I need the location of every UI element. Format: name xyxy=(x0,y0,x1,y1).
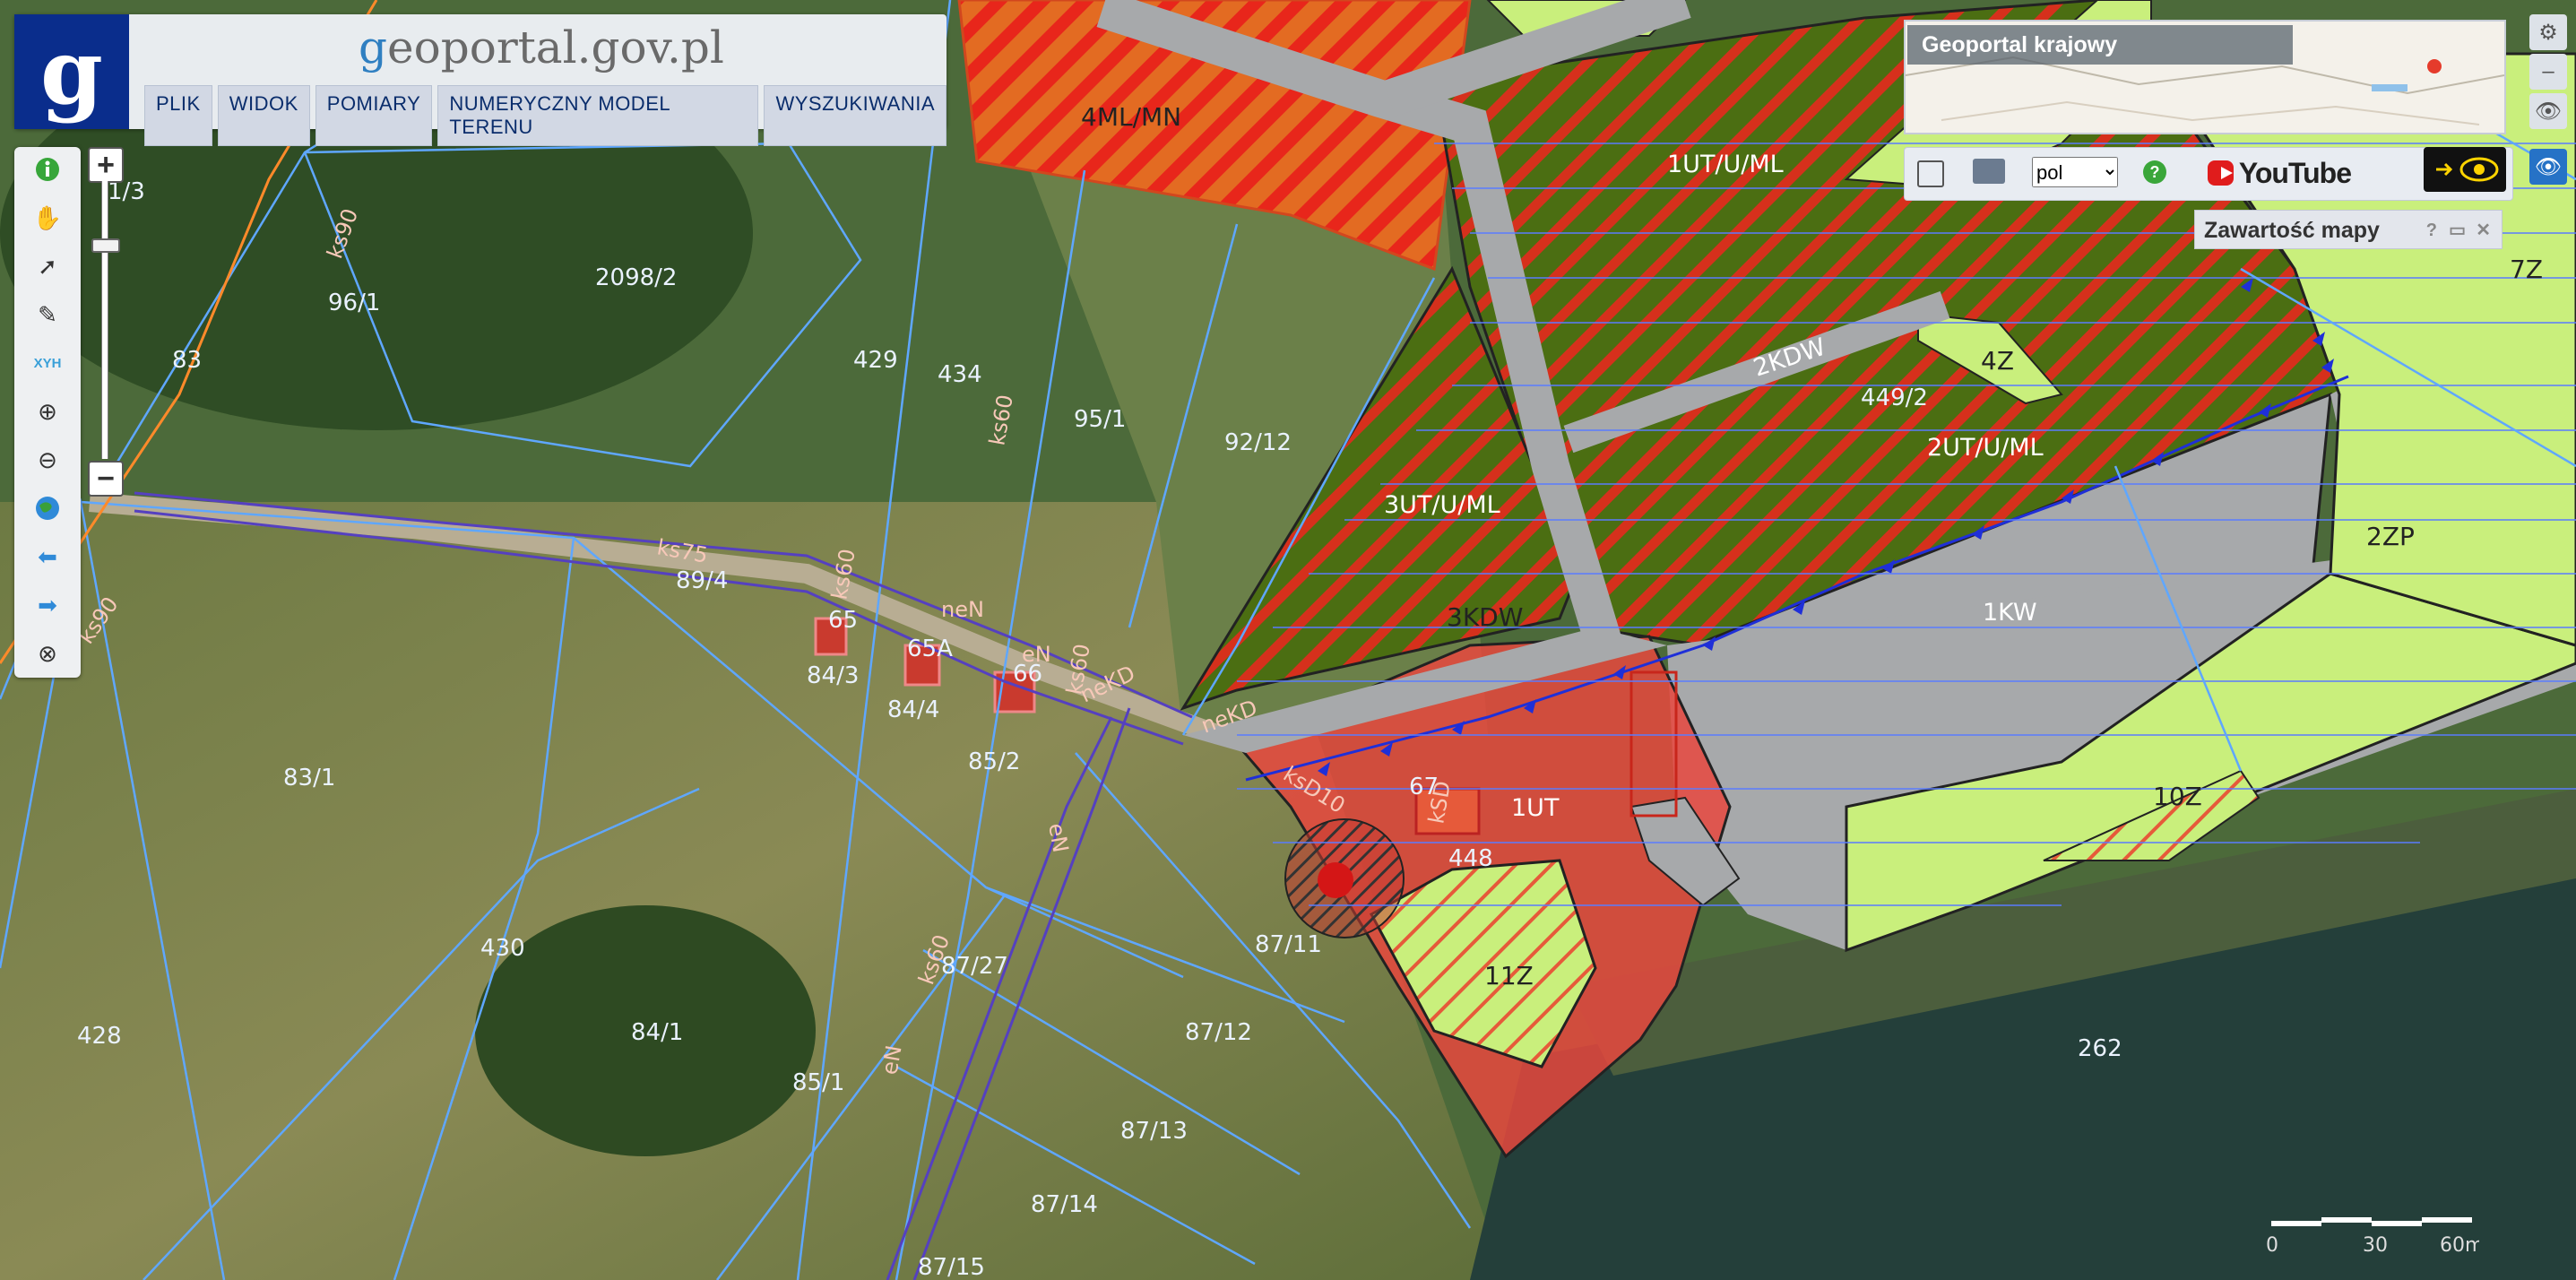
zone-label: 2ZP xyxy=(2366,522,2415,551)
xyz-icon[interactable]: XYH xyxy=(32,348,63,378)
info-icon[interactable] xyxy=(32,154,63,185)
youtube-play-icon xyxy=(2208,160,2234,186)
menu-wyszukiwania[interactable]: WYSZUKIWANIA xyxy=(764,85,947,146)
menu-plik[interactable]: PLIK xyxy=(144,85,212,146)
parcel-label: 430 xyxy=(480,935,525,962)
road-label: eN xyxy=(1043,821,1073,854)
map-contents-panel[interactable]: Zawartość mapy ? ▭ ✕ xyxy=(2194,210,2503,249)
parcel-label: 96/1 xyxy=(328,290,380,316)
zoom-thumb[interactable] xyxy=(91,238,120,253)
zoom-track[interactable] xyxy=(101,181,108,459)
scale-bar: 0 30 60m xyxy=(2264,1214,2484,1258)
parcel-label: 262 xyxy=(2078,1035,2122,1062)
settings-gear-icon[interactable]: ⚙ xyxy=(2529,14,2567,50)
parcel-label: 87/14 xyxy=(1031,1191,1098,1218)
point-marker[interactable] xyxy=(1318,862,1353,898)
main-menu: PLIK WIDOK POMIARY NUMERYCZNY MODEL TERE… xyxy=(144,85,947,146)
parcel-label: 428 xyxy=(77,1023,122,1050)
parcel-label: 87/13 xyxy=(1120,1118,1188,1145)
pan-hand-icon[interactable]: ✋ xyxy=(32,203,63,233)
zone-label: 4Z xyxy=(1981,346,2014,376)
layers-eye-icon[interactable]: 👁 xyxy=(2529,149,2567,185)
zone-label: 4ML/MN xyxy=(1081,102,1181,132)
parcel-label: 429 xyxy=(853,347,898,374)
scale-label-30: 30 xyxy=(2363,1234,2388,1257)
parcel-label: 92/12 xyxy=(1224,429,1292,456)
parcel-label: 95/1 xyxy=(1074,406,1126,433)
full-extent-icon[interactable]: ⊗ xyxy=(32,638,63,669)
menu-widok[interactable]: WIDOK xyxy=(217,85,310,146)
zone-label: 2UT/U/ML xyxy=(1927,434,2044,462)
top-right-toolbar: pol eng ? YouTube xyxy=(1904,147,2513,201)
parcel-label: 85/1 xyxy=(792,1069,844,1096)
parcel-label: 65A xyxy=(907,636,953,662)
globe-icon[interactable] xyxy=(32,493,63,523)
close-icon[interactable]: ✕ xyxy=(2476,211,2491,250)
edit-pencil-icon[interactable]: ✎ xyxy=(32,299,63,330)
parcel-label: 85/2 xyxy=(968,748,1020,775)
collapse-icon[interactable]: – xyxy=(2529,54,2567,90)
zoom-minus-button[interactable]: − xyxy=(88,461,124,497)
zone-label: 1UT/U/ML xyxy=(1667,151,1784,178)
parcel-label: 2098/2 xyxy=(595,264,677,291)
parcel-label: 87/11 xyxy=(1255,931,1322,958)
parcel-label: 65 xyxy=(828,607,858,634)
youtube-link[interactable]: YouTube xyxy=(2208,155,2352,191)
zone-label: 11Z xyxy=(1484,961,1534,990)
scale-label-0: 0 xyxy=(2266,1234,2278,1257)
maximize-icon[interactable]: ▭ xyxy=(2449,211,2466,250)
zoom-in-icon[interactable]: ⊕ xyxy=(32,396,63,427)
menu-nmt[interactable]: NUMERYCZNY MODEL TERENU xyxy=(437,85,759,146)
legend-icon[interactable] xyxy=(1917,160,1944,187)
parcel-label: 449/2 xyxy=(1861,385,1928,411)
zone-label: 3KDW xyxy=(1447,602,1523,632)
zoom-plus-button[interactable]: + xyxy=(88,147,124,183)
back-arrow-icon[interactable]: ⬅ xyxy=(32,541,63,572)
menu-pomiary[interactable]: POMIARY xyxy=(315,85,433,146)
eye-icon[interactable]: 👁 xyxy=(2529,93,2567,129)
forward-arrow-icon[interactable]: ➡ xyxy=(32,590,63,620)
zone-label: 3UT/U/ML xyxy=(1384,491,1500,519)
zone-label: 7Z xyxy=(2510,255,2543,284)
parcel-label: 83/1 xyxy=(283,765,335,791)
parcel-label: 89/4 xyxy=(676,567,728,594)
help-icon[interactable]: ? xyxy=(2143,160,2166,184)
app-header: g geoportal.gov.pl PLIK WIDOK POMIARY NU… xyxy=(14,14,947,146)
road-label: eN xyxy=(877,1043,906,1077)
parcel-label: 87/12 xyxy=(1185,1019,1252,1046)
wms-icon[interactable] xyxy=(1973,159,2005,184)
select-arrow-icon[interactable]: ➚ xyxy=(32,251,63,281)
zone-label: 1KW xyxy=(1983,599,2037,627)
site-title: geoportal.gov.pl xyxy=(359,22,724,74)
parcel-label: 83 xyxy=(172,347,202,374)
scale-label-60: 60m xyxy=(2440,1234,2479,1257)
zoom-slider[interactable]: + − xyxy=(79,143,129,502)
parcel-label: 84/3 xyxy=(807,662,859,689)
zone-label: 1UT xyxy=(1511,794,1560,822)
road-label: eN xyxy=(1022,642,1051,667)
parcel-label: 84/1 xyxy=(631,1019,683,1046)
visibility-toggle[interactable] xyxy=(2424,147,2506,192)
parcel-label: 84/4 xyxy=(887,696,939,723)
language-select[interactable]: pol eng xyxy=(2032,157,2118,187)
parcel-label: 87/15 xyxy=(918,1254,985,1280)
zone-label: 10Z xyxy=(2153,782,2202,811)
map-tools: ✋ ➚ ✎ XYH ⊕ ⊖ ⬅ ➡ ⊗ xyxy=(14,147,81,678)
road-label: neN xyxy=(941,597,984,622)
parcel-label: 434 xyxy=(938,361,982,388)
parcel-label: 448 xyxy=(1448,845,1493,872)
geoportal-logo[interactable]: g xyxy=(14,14,129,129)
overview-title: Geoportal krajowy xyxy=(1907,25,2293,65)
zoom-out-icon[interactable]: ⊖ xyxy=(32,445,63,475)
parcel-label: 87/27 xyxy=(941,953,1008,980)
help-button[interactable]: ? xyxy=(2426,211,2437,250)
right-side-tools: ⚙ – 👁 👁 xyxy=(2526,14,2571,194)
